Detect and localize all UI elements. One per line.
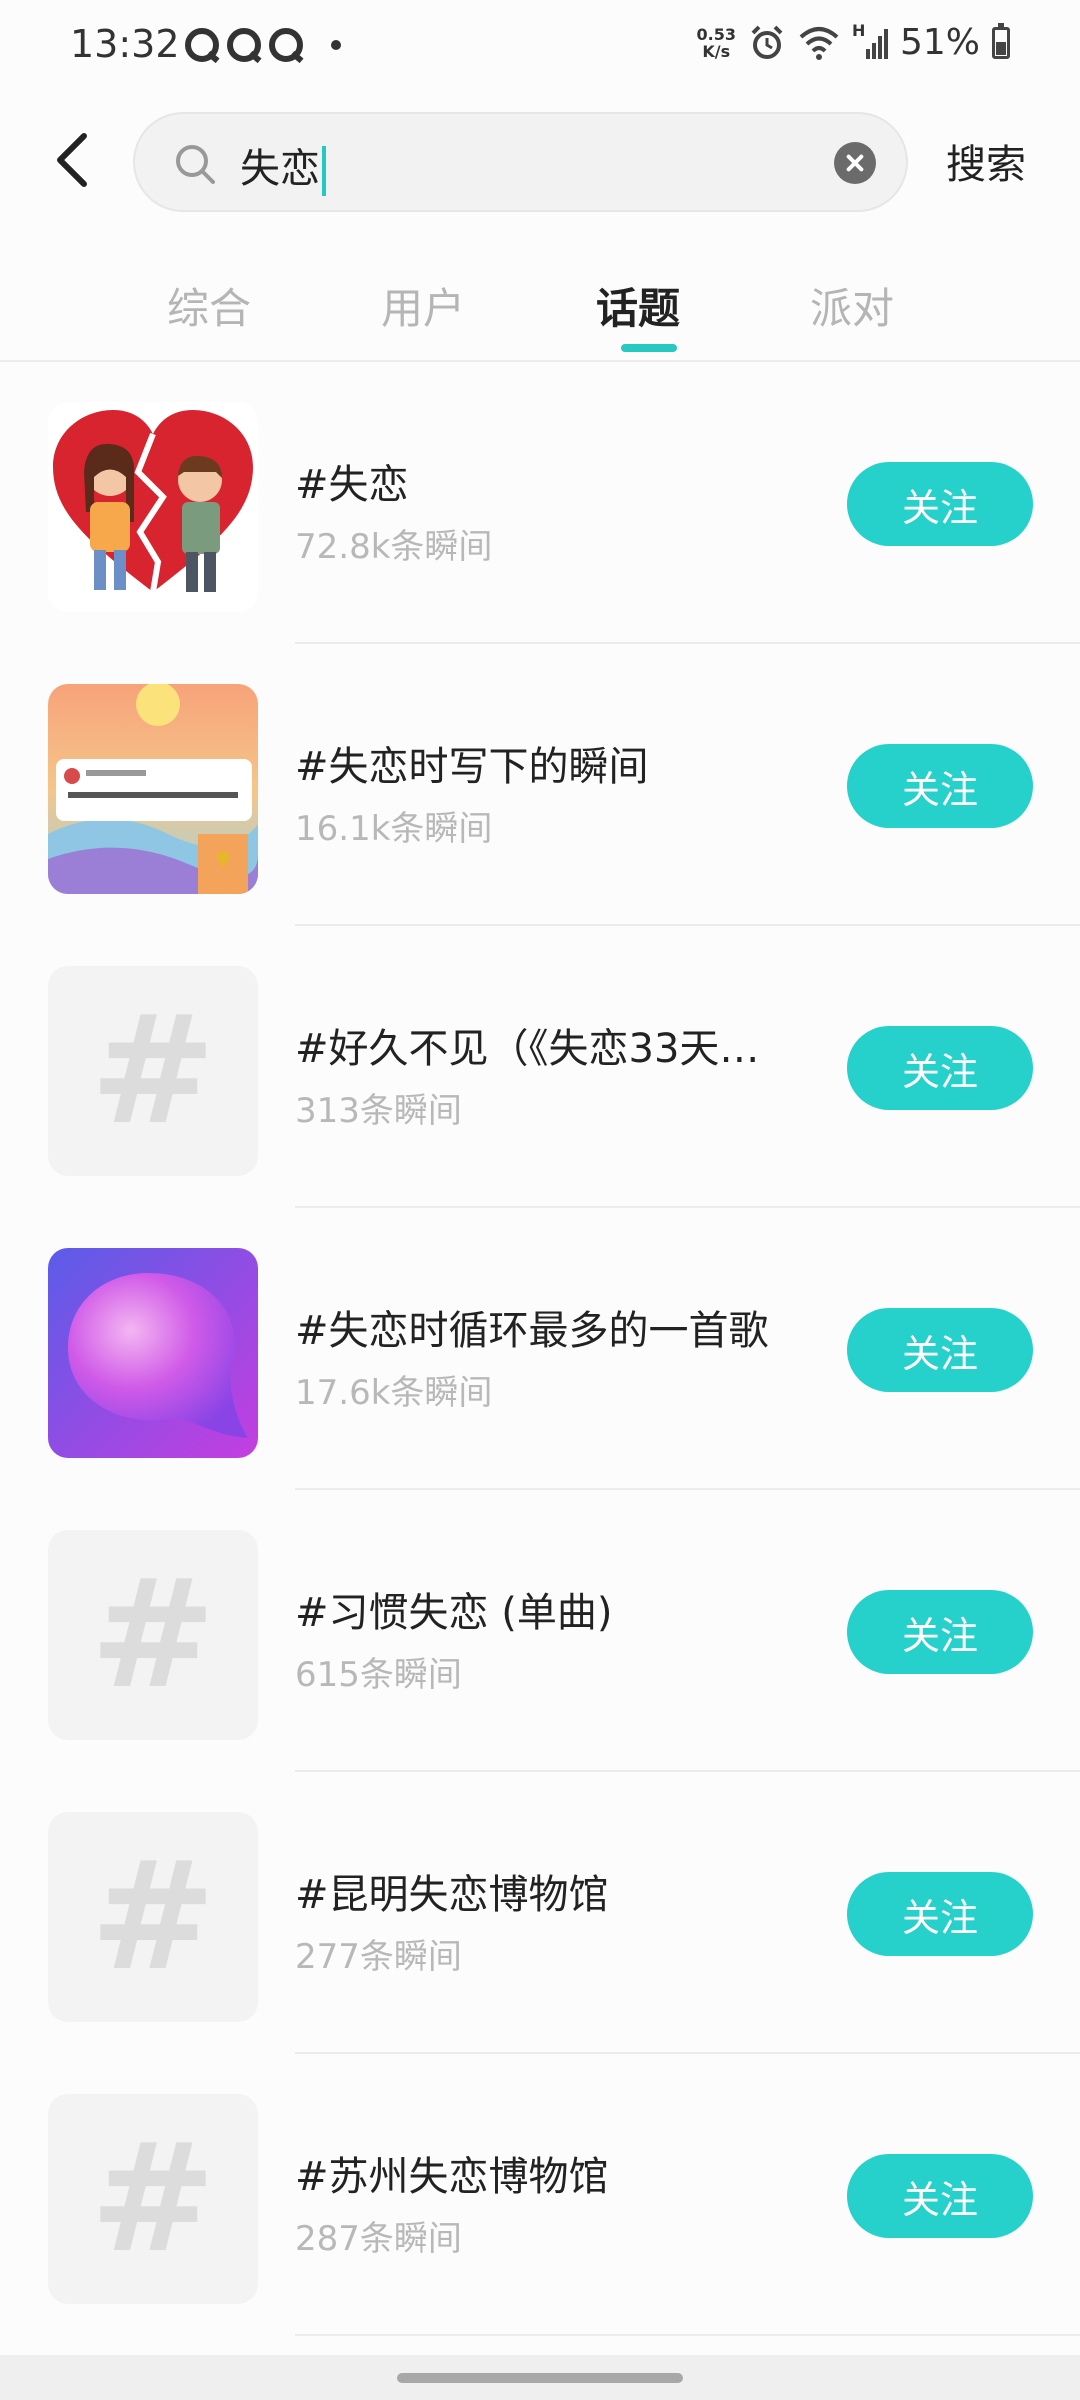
text-cursor: [322, 146, 326, 196]
follow-button[interactable]: 关注: [847, 2154, 1033, 2238]
follow-button[interactable]: 关注: [847, 462, 1033, 546]
topic-thumbnail: #: [48, 2094, 258, 2304]
search-button[interactable]: 搜索: [946, 132, 1026, 190]
status-time: 13:32: [70, 22, 180, 66]
search-field[interactable]: 失恋: [133, 112, 908, 212]
divider: [295, 2334, 1080, 2336]
back-arrow-icon[interactable]: [50, 130, 94, 190]
topic-title: #失恋时循环最多的一首歌: [295, 1308, 769, 1354]
tab-users[interactable]: 用户: [381, 275, 465, 336]
topic-post-count: 277条瞬间: [295, 1937, 462, 1977]
tab-comprehensive[interactable]: 综合: [167, 275, 251, 336]
clear-icon[interactable]: [834, 142, 876, 184]
topic-thumbnail: #: [48, 1812, 258, 2022]
topic-thumbnail: #: [48, 966, 258, 1176]
tab-party[interactable]: 派对: [810, 275, 894, 336]
follow-button[interactable]: 关注: [847, 1590, 1033, 1674]
hashtag-placeholder-icon: #: [90, 984, 216, 1158]
hashtag-placeholder-icon: #: [90, 1830, 216, 2004]
network-speed-value: 0.53: [696, 24, 736, 44]
topic-title: #失恋时写下的瞬间: [295, 744, 649, 790]
list-item[interactable]: #失恋时循环最多的一首歌 17.6k条瞬间 关注: [0, 1208, 1080, 1490]
topic-title: #昆明失恋博物馆: [295, 1872, 609, 1918]
tab-topics[interactable]: 话题: [596, 275, 680, 336]
app-notification-icon: [185, 28, 219, 62]
signal-icon: H: [852, 21, 888, 61]
topic-post-count: 16.1k条瞬间: [295, 809, 493, 849]
broken-heart-couple-image: [53, 410, 253, 593]
search-query: 失恋: [240, 146, 320, 192]
topic-title: #苏州失恋博物馆: [295, 2154, 609, 2200]
home-gesture-handle[interactable]: [397, 2373, 683, 2383]
purple-bubble-image: [48, 1248, 258, 1458]
topic-thumbnail: [48, 684, 258, 894]
status-bar: 13:32 0.53 K/s H 51%: [0, 0, 1080, 100]
topic-thumbnail: [48, 402, 258, 612]
list-item[interactable]: #失恋 72.8k条瞬间 关注: [0, 362, 1080, 644]
network-speed-unit: K/s: [702, 41, 731, 61]
topic-post-count: 72.8k条瞬间: [295, 527, 493, 567]
list-item[interactable]: #失恋时写下的瞬间 16.1k条瞬间 关注: [0, 644, 1080, 926]
follow-button[interactable]: 关注: [847, 1308, 1033, 1392]
topic-post-count: 17.6k条瞬间: [295, 1373, 493, 1413]
result-tabs: 综合 用户 话题 派对: [0, 240, 1080, 362]
topic-post-count: 615条瞬间: [295, 1655, 462, 1695]
list-item[interactable]: # #习惯失恋 (单曲) 615条瞬间 关注: [0, 1490, 1080, 1772]
alarm-icon: [751, 25, 783, 59]
list-item[interactable]: # #昆明失恋博物馆 277条瞬间 关注: [0, 1772, 1080, 2054]
notification-icons: [185, 28, 341, 62]
topic-thumbnail: #: [48, 1530, 258, 1740]
search-input[interactable]: 失恋: [240, 136, 326, 196]
list-item[interactable]: # #苏州失恋博物馆 287条瞬间 关注: [0, 2054, 1080, 2336]
list-item[interactable]: # #好久不见（《失恋33天》... 313条瞬间 关注: [0, 926, 1080, 1208]
active-tab-indicator: [621, 344, 677, 352]
hashtag-placeholder-icon: #: [90, 1548, 216, 1722]
search-icon: [176, 145, 215, 184]
topic-list: #失恋 72.8k条瞬间 关注 #失恋时写下的瞬间 16.1k条瞬间 关注 # …: [0, 362, 1080, 2336]
follow-button[interactable]: 关注: [847, 1872, 1033, 1956]
hashtag-placeholder-icon: #: [90, 2112, 216, 2286]
app-notification-icon: [269, 28, 303, 62]
more-notifications-dot-icon: [331, 40, 341, 50]
topic-post-count: 287条瞬间: [295, 2219, 462, 2259]
follow-button[interactable]: 关注: [847, 744, 1033, 828]
topic-thumbnail: [48, 1248, 258, 1458]
network-speed: 0.53 K/s: [697, 26, 736, 60]
topic-title: #失恋: [295, 462, 409, 508]
status-indicators: 0.53 K/s H 51%: [697, 21, 1010, 63]
battery-percent: 51%: [899, 22, 980, 63]
topic-title: #好久不见（《失恋33天》...: [295, 1026, 795, 1072]
topic-title: #习惯失恋 (单曲): [295, 1590, 613, 1636]
topic-post-count: 313条瞬间: [295, 1091, 462, 1131]
sunset-card-image: [48, 684, 258, 894]
battery-icon: [992, 22, 1010, 59]
follow-button[interactable]: 关注: [847, 1026, 1033, 1110]
app-notification-icon: [227, 28, 261, 62]
wifi-icon: [799, 26, 839, 60]
